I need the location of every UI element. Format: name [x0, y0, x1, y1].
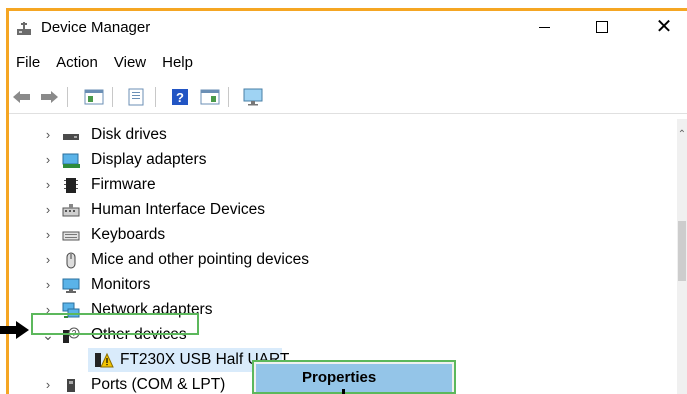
tree-item-label: Human Interface Devices — [91, 201, 266, 218]
chevron-right-icon[interactable]: › — [42, 153, 54, 167]
window-title: Device Manager — [41, 19, 151, 36]
screenshot-frame: Device Manager ✕ File Action View Help ?… — [0, 0, 687, 394]
tree-item-label: Keyboards — [91, 226, 166, 243]
disk-drive-icon — [63, 134, 79, 140]
tree-item-disk-drives[interactable]: › Disk drives — [9, 123, 669, 148]
action-pane-icon — [200, 89, 220, 105]
annotation-highlight-box — [31, 313, 199, 335]
chevron-right-icon[interactable]: › — [42, 128, 54, 142]
tree-item-human-interface-devices[interactable]: › Human Interface Devices — [9, 198, 669, 223]
device-manager-window: Device Manager ✕ File Action View Help ?… — [9, 11, 687, 394]
context-menu-properties[interactable]: Properties — [256, 364, 452, 392]
forward-button[interactable] — [38, 87, 60, 107]
menu-help[interactable]: Help — [154, 51, 201, 75]
maximize-button[interactable] — [579, 11, 625, 43]
menu-view[interactable]: View — [106, 51, 154, 75]
tree-item-label: Mice and other pointing devices — [91, 251, 309, 268]
menu-action[interactable]: Action — [48, 51, 106, 75]
warning-device-icon — [95, 352, 114, 368]
maximize-icon — [596, 21, 608, 33]
tree-item-firmware[interactable]: › Firmware — [9, 173, 669, 198]
properties-toolbar-button[interactable] — [125, 87, 147, 107]
forward-arrow-icon — [41, 91, 58, 103]
menu-file[interactable]: File — [9, 51, 48, 75]
back-arrow-icon — [13, 91, 30, 103]
tree-item-mice[interactable]: › Mice and other pointing devices — [9, 248, 669, 273]
back-button[interactable] — [11, 87, 33, 107]
svg-text:?: ? — [176, 90, 184, 105]
toolbar-separator — [67, 87, 68, 107]
close-button[interactable]: ✕ — [641, 11, 687, 43]
vertical-scrollbar[interactable]: ⌃ — [677, 119, 687, 394]
tree-item-label: Monitors — [91, 276, 151, 293]
tree-item-display-adapters[interactable]: › Display adapters — [9, 148, 669, 173]
chevron-right-icon[interactable]: › — [42, 278, 54, 292]
tree-item-label: Ports (COM & LPT) — [91, 376, 226, 393]
device-manager-icon — [17, 22, 31, 35]
console-tree-icon — [84, 89, 104, 105]
top-strip — [0, 0, 687, 8]
mouse-cursor-icon — [342, 389, 345, 394]
close-icon: ✕ — [655, 16, 673, 38]
menu-bar: File Action View Help — [9, 51, 201, 75]
chevron-right-icon[interactable]: › — [42, 178, 54, 192]
display-adapter-icon — [62, 153, 80, 168]
minimize-button[interactable] — [521, 11, 567, 43]
properties-sheet-icon — [128, 88, 144, 106]
minimize-icon — [538, 26, 550, 28]
scroll-thumb[interactable] — [678, 221, 686, 281]
show-hide-tree-button[interactable] — [83, 87, 105, 107]
context-menu-label: Properties — [302, 369, 377, 386]
annotation-arrow-icon — [0, 321, 29, 339]
toolbar-separator — [228, 87, 229, 107]
help-toolbar-button[interactable]: ? — [169, 87, 191, 107]
monitor-icon — [62, 278, 80, 293]
keyboard-icon — [62, 231, 80, 241]
chevron-right-icon[interactable]: › — [42, 253, 54, 267]
toolbar: ? — [9, 81, 687, 114]
toolbar-separator — [112, 87, 113, 107]
toolbar-separator — [155, 87, 156, 107]
context-menu: Properties — [252, 360, 456, 394]
scan-hardware-button[interactable] — [242, 87, 264, 107]
firmware-icon — [64, 178, 78, 193]
scroll-up-icon[interactable]: ⌃ — [677, 129, 687, 141]
mouse-icon — [66, 252, 76, 269]
help-icon: ? — [172, 89, 188, 105]
tree-item-label: Disk drives — [91, 126, 167, 143]
hid-icon — [62, 204, 80, 217]
chevron-right-icon[interactable]: › — [42, 378, 54, 392]
scan-monitor-icon — [243, 88, 263, 106]
title-bar: Device Manager ✕ — [9, 11, 687, 45]
action-pane-button[interactable] — [199, 87, 221, 107]
tree-item-label: Firmware — [91, 176, 156, 193]
chevron-right-icon[interactable]: › — [42, 203, 54, 217]
tree-item-monitors[interactable]: › Monitors — [9, 273, 669, 298]
tree-item-label: Display adapters — [91, 151, 207, 168]
tree-item-keyboards[interactable]: › Keyboards — [9, 223, 669, 248]
port-icon — [67, 379, 75, 392]
chevron-right-icon[interactable]: › — [42, 228, 54, 242]
